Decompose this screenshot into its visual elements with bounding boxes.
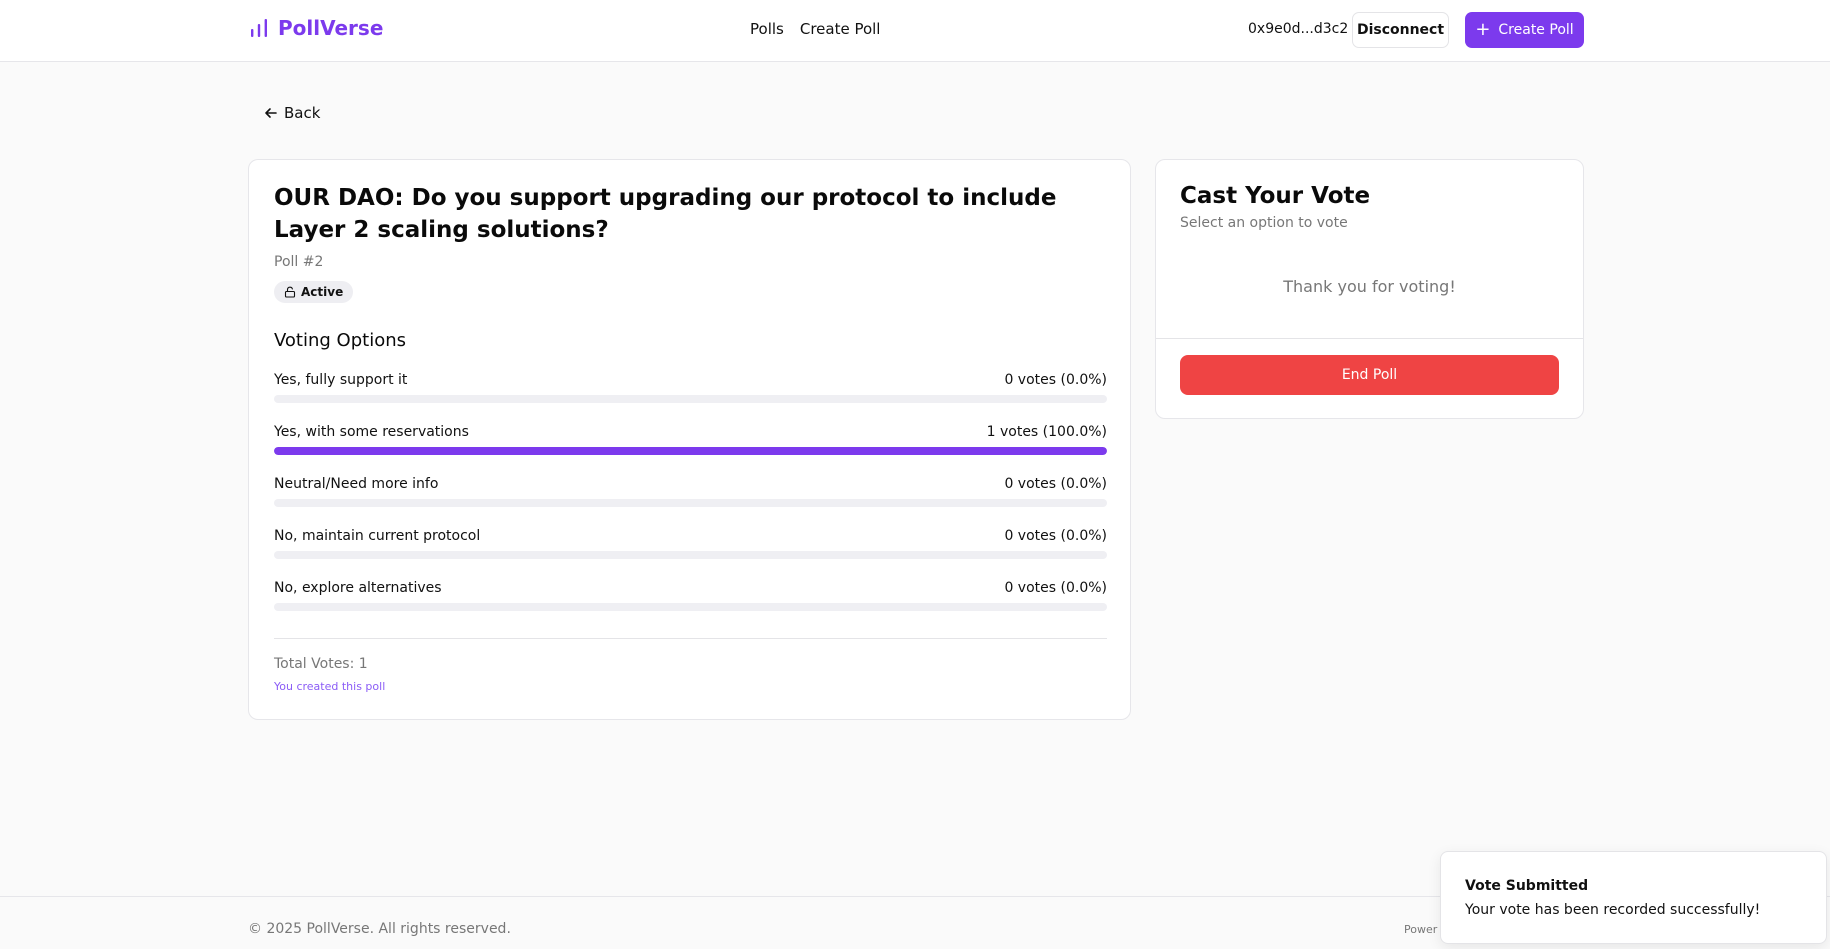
poll-title: OUR DAO: Do you support upgrading our pr…	[274, 185, 1057, 243]
plus-icon: +	[1475, 19, 1491, 40]
option-votes: 0 votes (0.0%)	[1004, 372, 1107, 388]
status-label: Active	[301, 285, 344, 299]
toast-message: Your vote has been recorded successfully…	[1465, 902, 1761, 918]
total-votes: Total Votes: 1	[274, 656, 368, 672]
toast-notification[interactable]: Vote Submitted Your vote has been record…	[1440, 851, 1827, 944]
divider	[274, 638, 1107, 639]
voting-option: Neutral/Need more info 0 votes (0.0%)	[274, 476, 1107, 516]
brand-logo[interactable]: PollVerse	[250, 16, 383, 40]
poll-id: Poll #2	[274, 254, 324, 270]
option-progress-fill	[274, 447, 1107, 455]
brand-name: PollVerse	[278, 16, 384, 40]
top-header: PollVerse Polls Create Poll 0x9e0d...d3c…	[0, 0, 1830, 62]
voting-options-heading: Voting Options	[274, 330, 406, 351]
option-progress-track	[274, 447, 1107, 455]
option-votes: 0 votes (0.0%)	[1004, 476, 1107, 492]
option-label: Yes, fully support it	[274, 372, 408, 388]
unlock-icon	[284, 286, 296, 298]
creator-note: You created this poll	[274, 680, 386, 693]
cast-vote-card: Cast Your Vote Select an option to vote …	[1155, 159, 1584, 419]
disconnect-button[interactable]: Disconnect	[1352, 12, 1449, 48]
option-label: Neutral/Need more info	[274, 476, 439, 492]
option-label: Yes, with some reservations	[274, 424, 469, 440]
nav-link-polls[interactable]: Polls	[750, 20, 784, 38]
divider	[1156, 338, 1583, 339]
option-label: No, maintain current protocol	[274, 528, 481, 544]
voting-option: Yes, fully support it 0 votes (0.0%)	[274, 372, 1107, 412]
option-progress-track	[274, 395, 1107, 403]
create-poll-label: Create Poll	[1498, 22, 1574, 38]
option-progress-track	[274, 499, 1107, 507]
thank-you-message: Thank you for voting!	[1283, 277, 1456, 296]
option-votes: 1 votes (100.0%)	[986, 424, 1107, 440]
option-label: No, explore alternatives	[274, 580, 442, 596]
powered-by-text: Power	[1404, 923, 1438, 936]
wallet-address: 0x9e0d...d3c2	[1248, 21, 1349, 37]
option-progress-track	[274, 551, 1107, 559]
nav-link-create-poll[interactable]: Create Poll	[800, 20, 881, 38]
arrow-left-icon	[265, 108, 277, 118]
cast-vote-subtitle: Select an option to vote	[1180, 215, 1348, 231]
voting-option: Yes, with some reservations 1 votes (100…	[274, 424, 1107, 464]
back-label: Back	[284, 104, 321, 122]
voting-option: No, maintain current protocol 0 votes (0…	[274, 528, 1107, 568]
poll-details-card: OUR DAO: Do you support upgrading our pr…	[248, 159, 1131, 720]
status-badge: Active	[274, 281, 354, 303]
copyright-text: © 2025 PollVerse. All rights reserved.	[248, 921, 511, 937]
toast-title: Vote Submitted	[1465, 878, 1589, 894]
bar-chart-icon	[251, 19, 267, 37]
voting-option: No, explore alternatives 0 votes (0.0%)	[274, 580, 1107, 620]
option-progress-track	[274, 603, 1107, 611]
end-poll-button[interactable]: End Poll	[1180, 355, 1559, 395]
option-votes: 0 votes (0.0%)	[1004, 528, 1107, 544]
option-votes: 0 votes (0.0%)	[1004, 580, 1107, 596]
create-poll-button[interactable]: + Create Poll	[1465, 12, 1584, 48]
back-button[interactable]: Back	[264, 104, 320, 122]
main-nav: Polls Create Poll	[750, 20, 880, 38]
cast-vote-title: Cast Your Vote	[1180, 183, 1371, 209]
